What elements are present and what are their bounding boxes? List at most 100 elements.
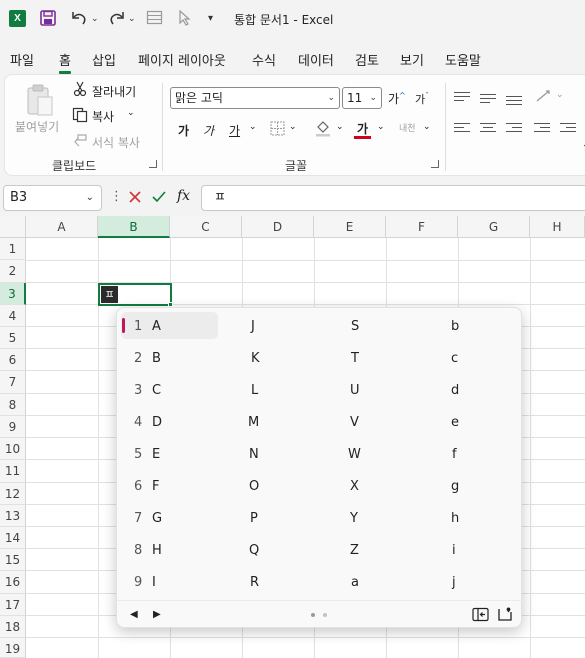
candidate-item[interactable]: J <box>251 319 255 334</box>
row-header[interactable]: 19 <box>0 638 26 658</box>
row-header[interactable]: 4 <box>0 305 26 327</box>
row-header[interactable]: 14 <box>0 527 26 549</box>
pointer-mode-icon[interactable] <box>177 9 193 29</box>
candidate-item[interactable]: M <box>248 415 259 430</box>
candidate-item[interactable]: i <box>452 543 456 558</box>
candidate-item[interactable]: 9I <box>134 575 214 595</box>
tab-formulas[interactable]: 수식 <box>252 50 276 69</box>
candidate-item[interactable]: 7G <box>134 511 214 531</box>
orientation-dropdown-icon[interactable]: ⌄ <box>556 90 564 100</box>
candidate-item[interactable]: g <box>451 479 459 494</box>
column-header-b[interactable]: B <box>98 216 170 238</box>
redo-icon[interactable] <box>108 9 126 29</box>
font-color-button[interactable]: 가 <box>357 120 368 137</box>
candidate-item[interactable]: 6F <box>134 479 214 499</box>
align-middle-icon[interactable] <box>480 94 496 106</box>
row-header[interactable]: 6 <box>0 349 26 371</box>
decrease-indent-icon[interactable] <box>534 123 550 135</box>
fill-color-icon[interactable] <box>314 119 332 140</box>
align-right-icon[interactable] <box>506 123 522 135</box>
formula-input[interactable]: ㅍ <box>201 185 585 211</box>
row-header[interactable]: 1 <box>0 238 26 260</box>
cancel-icon[interactable] <box>128 190 142 207</box>
candidate-item[interactable]: 4D <box>134 415 214 435</box>
paste-icon[interactable] <box>25 83 55 120</box>
row-header[interactable]: 12 <box>0 483 26 505</box>
row-header[interactable]: 17 <box>0 594 26 616</box>
candidate-item[interactable]: R <box>250 575 259 590</box>
font-color-dropdown-icon[interactable]: ⌄ <box>377 122 385 132</box>
align-left-icon[interactable] <box>454 123 470 135</box>
candidate-item[interactable]: Z <box>350 543 359 558</box>
font-size-select[interactable]: 11 ⌄ <box>342 87 382 109</box>
row-header[interactable]: 13 <box>0 505 26 527</box>
enter-icon[interactable] <box>151 190 167 207</box>
candidate-item[interactable]: S <box>351 319 359 334</box>
column-header-e[interactable]: E <box>314 216 386 238</box>
align-top-icon[interactable] <box>454 92 470 104</box>
row-header[interactable]: 18 <box>0 616 26 638</box>
candidate-item[interactable]: f <box>452 447 457 462</box>
candidate-item[interactable]: h <box>451 511 459 526</box>
format-painter-button[interactable]: 서식 복사 <box>92 134 140 151</box>
tab-data[interactable]: 데이터 <box>298 50 334 69</box>
candidate-item[interactable]: L <box>251 383 258 398</box>
tab-insert[interactable]: 삽입 <box>92 50 116 69</box>
undo-dropdown-icon[interactable]: ⌄ <box>91 9 99 29</box>
row-header[interactable]: 15 <box>0 549 26 571</box>
orientation-icon[interactable] <box>535 89 555 106</box>
copy-icon[interactable] <box>72 107 88 126</box>
row-header[interactable]: 5 <box>0 327 26 349</box>
candidate-item[interactable]: T <box>351 351 359 366</box>
candidate-item[interactable]: P <box>250 511 258 526</box>
candidate-item[interactable]: j <box>452 575 456 590</box>
column-header-g[interactable]: G <box>458 216 530 238</box>
candidate-item[interactable]: X <box>350 479 359 494</box>
candidate-item[interactable]: 5E <box>134 447 214 467</box>
borders-icon[interactable] <box>270 121 285 139</box>
candidate-item[interactable]: d <box>451 383 459 398</box>
phonetic-dropdown-icon[interactable]: ⌄ <box>423 122 431 132</box>
cut-icon[interactable] <box>73 81 87 100</box>
italic-button[interactable]: 가 <box>203 122 214 139</box>
save-icon[interactable] <box>39 9 57 29</box>
candidate-item[interactable]: K <box>251 351 260 366</box>
row-header[interactable]: 2 <box>0 260 26 283</box>
borders-dropdown-icon[interactable]: ⌄ <box>289 122 297 132</box>
column-header-f[interactable]: F <box>386 216 458 238</box>
column-header-a[interactable]: A <box>26 216 98 238</box>
bold-button[interactable]: 가 <box>178 122 189 139</box>
favorites-icon[interactable] <box>497 606 513 625</box>
customize-toolbar-icon[interactable]: ▾ <box>208 9 213 29</box>
increase-indent-icon[interactable] <box>560 123 576 135</box>
tab-home[interactable]: 홈 <box>59 50 71 74</box>
form-icon[interactable] <box>146 9 163 29</box>
row-header[interactable]: 8 <box>0 394 26 416</box>
candidate-item[interactable]: O <box>249 479 259 494</box>
row-header[interactable]: 7 <box>0 371 26 394</box>
copy-dropdown-icon[interactable]: ⌄ <box>127 108 135 118</box>
candidate-item[interactable]: N <box>249 447 259 462</box>
candidate-item[interactable]: 8H <box>134 543 214 563</box>
increase-font-button[interactable]: 가^ <box>388 90 406 107</box>
paste-button[interactable]: 붙여넣기 <box>15 118 59 135</box>
phonetic-guide-button[interactable]: 내천 <box>399 121 416 134</box>
candidate-item[interactable]: 3C <box>134 383 214 403</box>
row-header[interactable]: 11 <box>0 460 26 483</box>
candidate-item[interactable]: 2B <box>134 351 214 371</box>
cut-button[interactable]: 잘라내기 <box>92 83 136 100</box>
active-cell-b3[interactable]: ㅍ <box>98 283 172 306</box>
collapse-candidates-icon[interactable] <box>472 607 489 625</box>
previous-page-icon[interactable]: ◀ <box>130 609 138 620</box>
candidate-item[interactable]: Q <box>249 543 259 558</box>
decrease-font-button[interactable]: 가ˇ <box>415 91 429 107</box>
tab-help[interactable]: 도움말 <box>445 50 481 69</box>
insert-function-button[interactable]: fx <box>177 188 190 204</box>
copy-button[interactable]: 복사 <box>92 108 114 125</box>
candidate-item[interactable]: a <box>351 575 359 590</box>
select-all-corner[interactable] <box>0 216 26 238</box>
candidate-item[interactable]: Y <box>350 511 358 526</box>
align-bottom-icon[interactable] <box>506 96 522 108</box>
tab-file[interactable]: 파일 <box>10 50 34 69</box>
tab-page-layout[interactable]: 페이지 레이아웃 <box>138 50 226 69</box>
